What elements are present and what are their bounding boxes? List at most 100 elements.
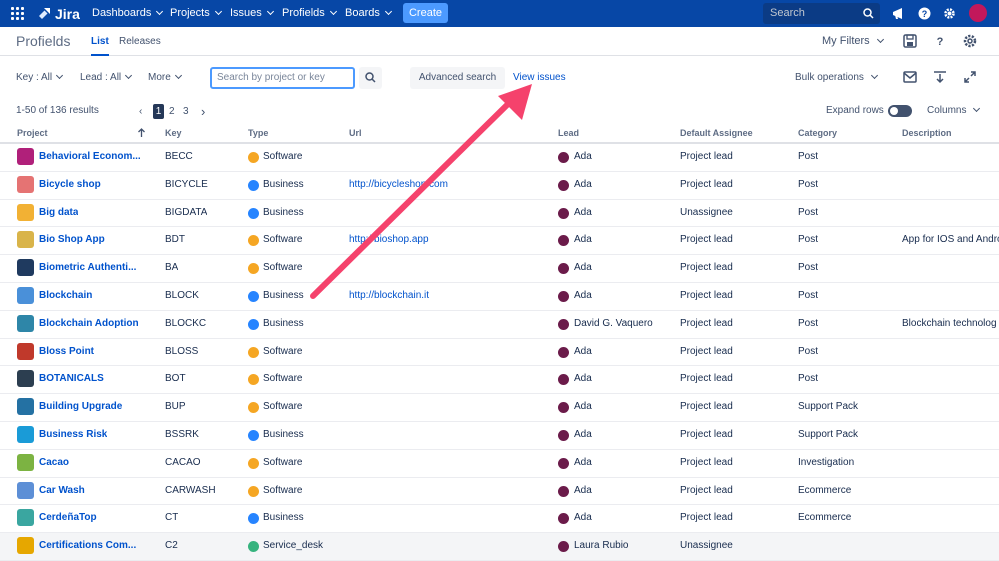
nav-dashboards[interactable]: Dashboards (92, 0, 164, 27)
table-row[interactable]: Business Risk BSSRK Business Ada Project lea… (0, 422, 999, 450)
help-icon[interactable]: ? (916, 5, 933, 22)
table-row[interactable]: Cacao CACAO Software Ada Project lead Investi… (0, 450, 999, 478)
app-switcher-icon[interactable] (11, 7, 24, 20)
lead-filter[interactable]: Lead : All (80, 71, 133, 83)
header-default-assignee[interactable]: Default Assignee (680, 128, 753, 138)
nav-profields[interactable]: Profields (282, 0, 337, 27)
view-issues-link[interactable]: View issues (513, 72, 566, 83)
project-url-link[interactable]: http://bioshop.app (349, 234, 429, 245)
project-url-link[interactable]: http://blockchain.it (349, 290, 429, 301)
project-name-link[interactable]: Blockchain (39, 290, 92, 301)
project-type: Software (263, 151, 303, 162)
project-description: App for IOS and Andro (902, 234, 999, 246)
email-icon[interactable] (903, 71, 917, 83)
header-lead[interactable]: Lead (558, 128, 579, 138)
sort-arrow-icon[interactable] (137, 128, 146, 138)
project-name-link[interactable]: BOTANICALS (39, 373, 104, 384)
project-search-input[interactable]: Search by project or key (210, 67, 355, 89)
search-button[interactable] (359, 67, 382, 89)
nav-projects[interactable]: Projects (170, 0, 222, 27)
project-name-link[interactable]: Business Risk (39, 429, 107, 440)
chevron-down-icon (125, 71, 133, 80)
tab-list[interactable]: List (91, 36, 109, 56)
project-key: BLOSS (165, 345, 199, 357)
bulk-operations-dropdown[interactable]: Bulk operations (795, 71, 878, 83)
more-filter[interactable]: More (148, 71, 182, 83)
project-name-link[interactable]: Biometric Authenti... (39, 262, 136, 273)
gear-icon[interactable] (962, 33, 978, 49)
save-icon[interactable] (902, 33, 918, 49)
project-name-link[interactable]: Big data (39, 207, 78, 218)
table-row[interactable]: Blockchain BLOCK Business http://blockchain… (0, 283, 999, 311)
create-button[interactable]: Create (403, 3, 448, 23)
page-2-button[interactable]: 2 (169, 104, 175, 119)
lead-avatar (558, 541, 569, 553)
project-type: Business (263, 178, 304, 190)
project-name-link[interactable]: Bio Shop App (39, 234, 105, 245)
project-name-link[interactable]: Car Wash (39, 485, 85, 496)
header-key[interactable]: Key (165, 128, 182, 138)
settings-icon[interactable] (941, 5, 958, 22)
project-name-link[interactable]: CerdeñaTop (39, 512, 97, 523)
key-filter[interactable]: Key : All (16, 71, 64, 83)
project-avatar-icon (17, 148, 34, 165)
header-project[interactable]: Project (17, 128, 48, 138)
export-icon[interactable] (933, 70, 947, 84)
table-row[interactable]: Certifications Com... C2 Service_desk Laura… (0, 533, 999, 561)
project-type: Software (263, 345, 303, 357)
advanced-search-button[interactable]: Advanced search (410, 67, 505, 89)
project-name-link[interactable]: Certifications Com... (39, 540, 136, 551)
table-row[interactable]: BOTANICALS BOT Software Ada Project lead Post (0, 366, 999, 395)
help-icon[interactable]: ? (932, 33, 948, 49)
project-name-link[interactable]: Blockchain Adoption (39, 318, 139, 329)
nav-issues[interactable]: Issues (230, 0, 274, 27)
fullscreen-icon[interactable] (963, 70, 977, 84)
project-url-link[interactable]: http://bicycleshop.com (349, 179, 448, 190)
previous-page-icon[interactable]: ‹ (139, 104, 142, 119)
user-avatar[interactable] (969, 4, 987, 22)
page-3-button[interactable]: 3 (183, 104, 189, 119)
project-key: BICYCLE (165, 178, 208, 190)
lead-avatar (558, 263, 569, 275)
project-category: Post (798, 234, 819, 246)
header-description[interactable]: Description (902, 128, 952, 138)
table-row[interactable]: Bloss Point BLOSS Software Ada Project lead P… (0, 339, 999, 367)
project-name-link[interactable]: Cacao (39, 457, 69, 468)
project-type-icon (248, 179, 259, 191)
global-search-placeholder: Search (770, 7, 805, 19)
table-row[interactable]: CerdeñaTop CT Business Ada Project lead Ecomm… (0, 505, 999, 534)
table-row[interactable]: Car Wash CARWASH Software Ada Project lead Ec… (0, 478, 999, 506)
project-name-link[interactable]: Building Upgrade (39, 401, 122, 412)
tab-releases[interactable]: Releases (119, 36, 161, 47)
table-row[interactable]: Blockchain Adoption BLOCKC Business David G… (0, 311, 999, 339)
project-type-icon (248, 402, 259, 414)
jira-logo[interactable]: Jira (38, 4, 80, 23)
header-url[interactable]: Url (349, 128, 362, 138)
results-count: 1-50 of 136 results (16, 105, 99, 116)
chevron-down-icon (266, 7, 274, 16)
columns-dropdown[interactable]: Columns (927, 104, 981, 116)
table-row[interactable]: Bicycle shop BICYCLE Business http://bicycl… (0, 172, 999, 200)
chevron-down-icon (56, 71, 64, 80)
table-row[interactable]: Building Upgrade BUP Software Ada Project le… (0, 394, 999, 422)
project-lead: Ada (574, 484, 592, 496)
project-name-link[interactable]: Bicycle shop (39, 179, 101, 190)
project-type: Software (263, 456, 303, 468)
expand-rows-toggle[interactable] (888, 105, 912, 117)
table-row[interactable]: Bio Shop App BDT Software http://bioshop.ap… (0, 227, 999, 256)
project-name-link[interactable]: Behavioral Econom... (39, 151, 141, 162)
next-page-icon[interactable]: › (201, 104, 205, 119)
default-assignee: Project lead (680, 484, 733, 496)
global-search-input[interactable]: Search (763, 3, 880, 24)
table-row[interactable]: Behavioral Econom... BECC Software Ada Proje… (0, 144, 999, 172)
my-filters-dropdown[interactable]: My Filters (822, 35, 884, 47)
default-assignee: Project lead (680, 234, 733, 246)
page-1-button[interactable]: 1 (153, 104, 164, 119)
table-row[interactable]: Big data BIGDATA Business Ada Unassignee Post (0, 200, 999, 228)
notifications-icon[interactable] (890, 5, 907, 22)
header-category[interactable]: Category (798, 128, 837, 138)
nav-boards[interactable]: Boards (345, 0, 392, 27)
header-type[interactable]: Type (248, 128, 268, 138)
table-row[interactable]: Biometric Authenti... BA Software Ada Projec… (0, 255, 999, 283)
project-name-link[interactable]: Bloss Point (39, 346, 94, 357)
